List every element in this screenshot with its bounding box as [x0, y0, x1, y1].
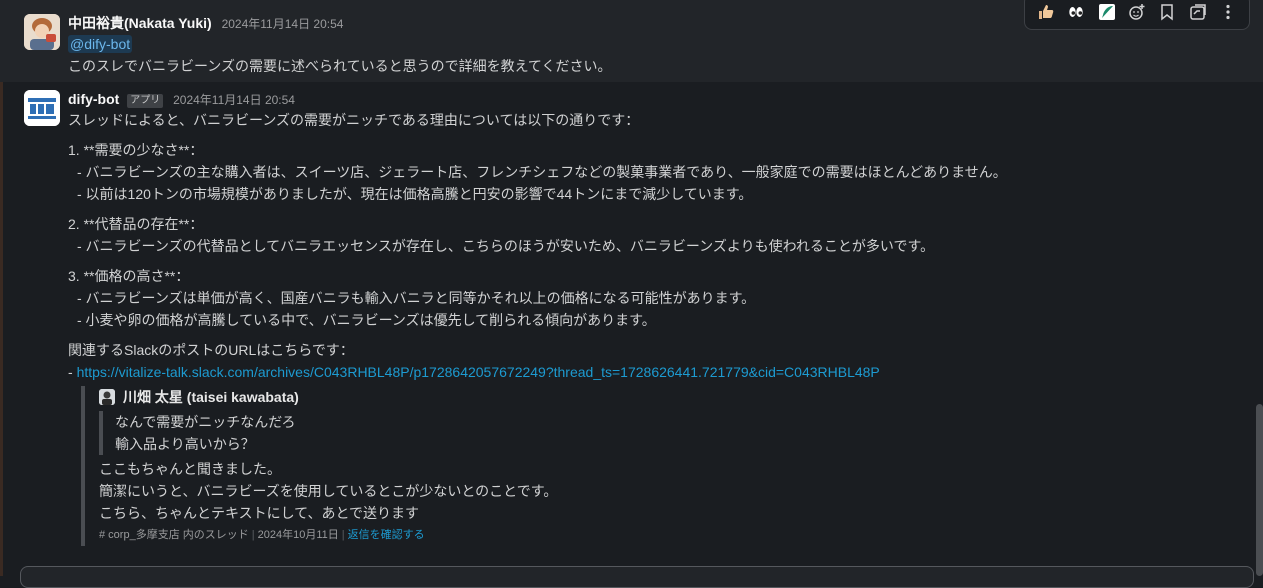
message-actions-toolbar	[1024, 0, 1250, 30]
avatar[interactable]	[24, 90, 60, 126]
view-reply-link[interactable]: 返信を確認する	[348, 529, 425, 541]
forward-icon[interactable]	[1184, 0, 1212, 26]
quote-line: 簡潔にいうと、バニラビーズを使用しているとこが少ないとのことです。	[99, 483, 558, 499]
message-dify-bot[interactable]: dify-bot アプリ 2024年11月14日 20:54 スレッドによると、…	[0, 82, 1263, 576]
bullet-text: - 小麦や卵の価格が高騰している中で、バニラビーンズは優先して削られる傾向があり…	[77, 312, 656, 328]
timestamp[interactable]: 2024年11月14日 20:54	[222, 17, 344, 31]
section-heading: 3. **価格の高さ**：	[68, 268, 190, 284]
message-composer[interactable]	[20, 566, 1254, 588]
app-badge: アプリ	[127, 94, 164, 108]
avatar[interactable]	[99, 389, 115, 405]
nested-quote: なんで需要がニッチなんだろ 輸入品より高いから？	[99, 411, 699, 455]
bookmark-icon[interactable]	[1153, 0, 1181, 26]
section-heading: 1. **需要の少なさ**：	[68, 142, 204, 158]
shared-message-attachment[interactable]: 川畑 太星 (taisei kawabata) なんで需要がニッチなんだろ 輸入…	[81, 386, 699, 546]
quote-date[interactable]: 2024年10月11日	[258, 529, 339, 541]
author-name[interactable]: dify-bot	[68, 91, 119, 107]
bullet-text: - 以前は120トンの市場規模がありましたが、現在は価格高騰と円安の影響で44ト…	[77, 186, 753, 202]
thumbs-up-icon[interactable]	[1032, 0, 1060, 26]
bullet-text: - バニラビーンズの主な購入者は、スイーツ店、ジェラート店、フレンチシェフなどの…	[77, 164, 1007, 180]
feather-icon[interactable]	[1093, 0, 1121, 26]
add-reaction-icon[interactable]	[1123, 0, 1151, 26]
author-name[interactable]: 中田裕貴(Nakata Yuki)	[68, 15, 212, 31]
scrollbar[interactable]	[1256, 404, 1263, 576]
section-heading: 2. **代替品の存在**：	[68, 216, 204, 232]
message-text: このスレでバニラビーンズの需要に述べられていると思うので詳細を教えてください。	[68, 58, 612, 74]
avatar[interactable]	[24, 14, 60, 50]
intro-text: スレッドによると、バニラビーンズの需要がニッチである理由については以下の通りです…	[68, 112, 640, 128]
quote-channel[interactable]: # corp_多摩支店 内のスレッド	[99, 529, 249, 541]
quote-line: ここもちゃんと聞きました。	[99, 461, 281, 477]
quote-line: こちら、ちゃんとテキストにして、あとで送ります	[99, 505, 420, 521]
thread-link[interactable]: https://vitalize-talk.slack.com/archives…	[77, 364, 880, 380]
timestamp[interactable]: 2024年11月14日 20:54	[173, 93, 295, 107]
link-prefix: -	[68, 364, 77, 380]
related-label: 関連するSlackのポストのURLはこちらです：	[68, 342, 354, 358]
quote-author[interactable]: 川畑 太星 (taisei kawabata)	[123, 389, 299, 405]
more-icon[interactable]	[1214, 0, 1242, 26]
bullet-text: - バニラビーンズは単価が高く、国産バニラも輸入バニラと同等かそれ以上の価格にな…	[77, 290, 756, 306]
quote-inner-line: 輸入品より高いから？	[115, 436, 255, 452]
eyes-icon[interactable]	[1062, 0, 1090, 26]
quote-inner-line: なんで需要がニッチなんだろ	[115, 414, 296, 430]
bullet-text: - バニラビーンズの代替品としてバニラエッセンスが存在し、こちらのほうが安いため…	[77, 238, 935, 254]
mention[interactable]: @dify-bot	[68, 35, 133, 53]
